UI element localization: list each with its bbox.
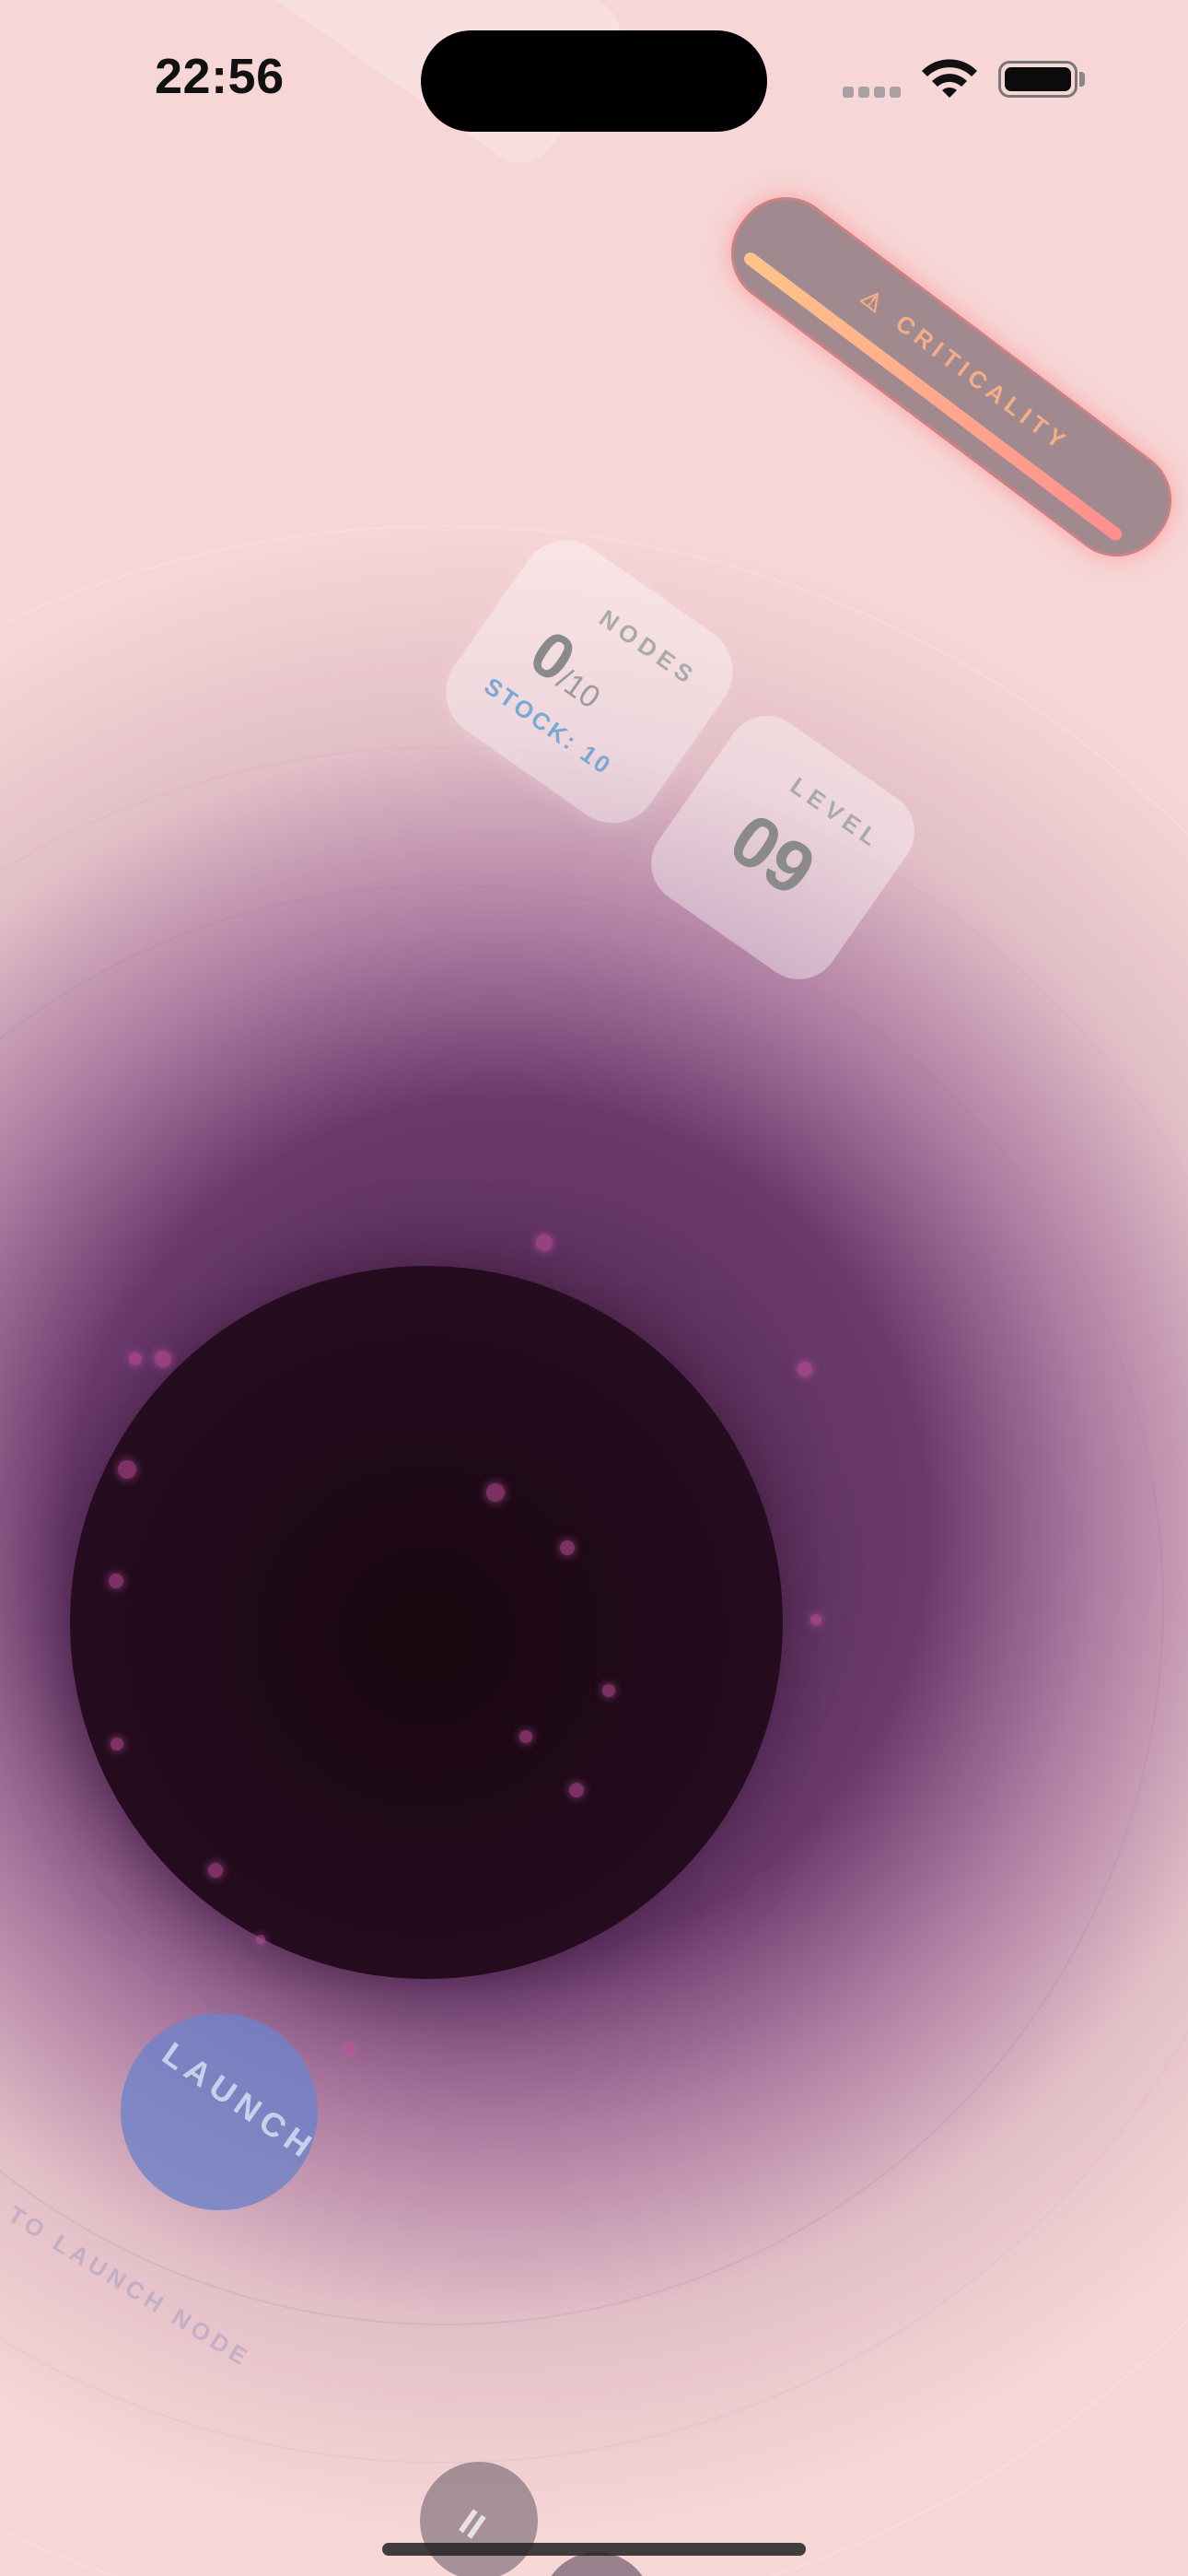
- particle: [560, 1540, 575, 1555]
- status-time: 22:56: [155, 49, 285, 104]
- launch-button[interactable]: LAUNCH: [121, 2013, 323, 2210]
- criticality-meter: ⚠CRITICALITY: [710, 176, 1188, 578]
- launch-label: LAUNCH: [156, 2034, 324, 2169]
- particle: [118, 1460, 136, 1479]
- wifi-icon: [922, 59, 977, 98]
- dynamic-island: [421, 30, 767, 132]
- particle: [519, 1730, 532, 1743]
- criticality-bar: [741, 250, 1125, 544]
- particle: [486, 1483, 505, 1502]
- particle: [569, 1783, 584, 1797]
- warning-icon: ⚠: [856, 282, 894, 322]
- signal-dots-icon: [843, 86, 905, 102]
- particle: [810, 1614, 821, 1625]
- particle: [602, 1684, 615, 1697]
- black-hole-core: [70, 1266, 783, 1979]
- particle: [109, 1574, 123, 1588]
- particle: [208, 1863, 223, 1878]
- particle: [129, 1352, 142, 1365]
- particle: [344, 2043, 355, 2055]
- particle: [111, 1738, 123, 1751]
- battery-icon: [998, 61, 1077, 98]
- game-screen: 0 22:56 ⚠CRITICALITY NODES 0/10 STOCK: 1…: [0, 0, 1188, 2576]
- particle: [798, 1362, 812, 1376]
- battery-tip: [1079, 72, 1085, 87]
- pause-button[interactable]: II: [420, 2462, 538, 2576]
- particle: [536, 1235, 553, 1251]
- pause-icon: II: [451, 2501, 493, 2547]
- particle: [256, 1935, 265, 1944]
- home-indicator[interactable]: [382, 2543, 806, 2556]
- particle: [155, 1351, 171, 1367]
